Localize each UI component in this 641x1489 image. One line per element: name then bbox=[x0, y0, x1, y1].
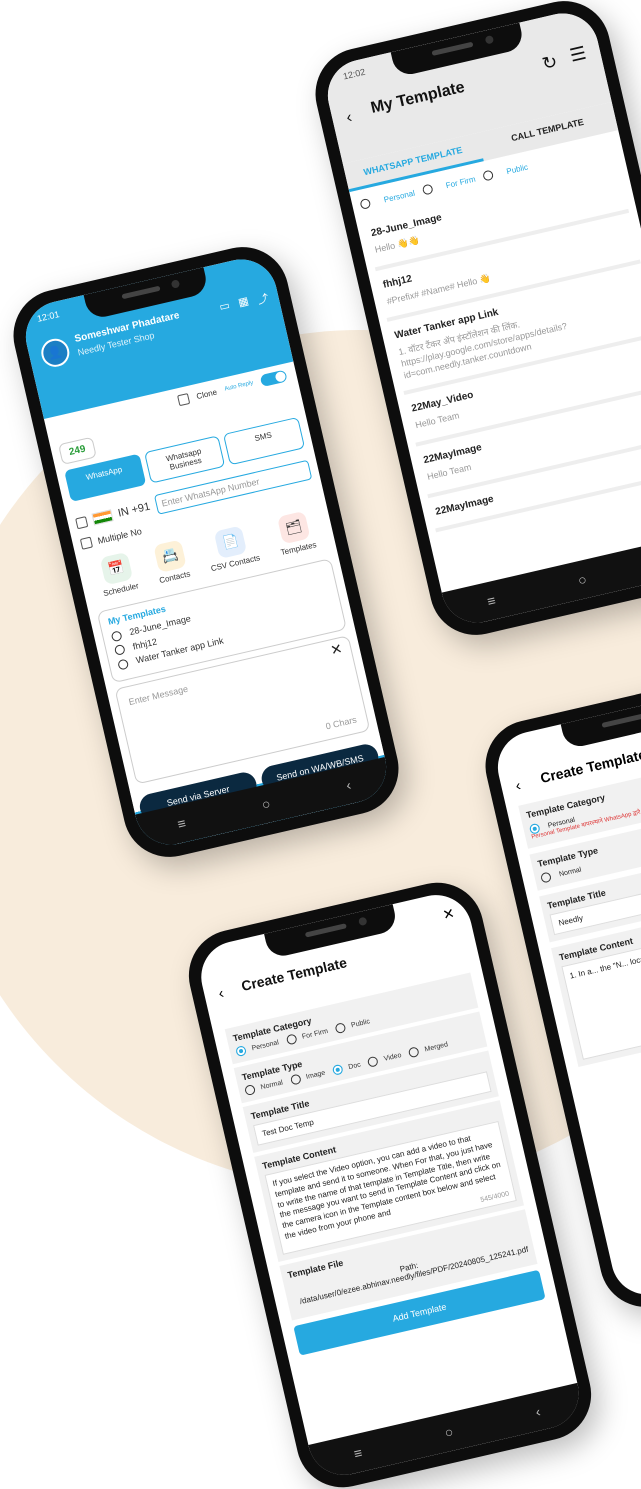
menu-icon[interactable]: ≡ bbox=[176, 815, 188, 832]
templates-button[interactable]: 🗂 Templates bbox=[273, 510, 318, 558]
card-icon[interactable]: ▭ bbox=[218, 299, 232, 317]
close-icon[interactable]: ✕ bbox=[441, 905, 456, 924]
status-time: 12:02 bbox=[342, 66, 367, 82]
option-label: For Firm bbox=[301, 1027, 329, 1041]
csv-contacts-button[interactable]: 📄 CSV Contacts bbox=[203, 523, 261, 573]
clone-checkbox[interactable] bbox=[176, 392, 190, 406]
radio-doc[interactable] bbox=[331, 1063, 344, 1076]
share-icon[interactable]: ⤴ bbox=[256, 290, 270, 308]
page-title: My Template bbox=[369, 78, 467, 117]
radio-for-firm[interactable] bbox=[285, 1033, 298, 1046]
radio-image[interactable] bbox=[289, 1073, 302, 1086]
clone-label: Clone bbox=[195, 387, 218, 401]
option-label: Video bbox=[383, 1052, 403, 1063]
option-label: Merged bbox=[424, 1041, 449, 1054]
number-checkbox[interactable] bbox=[75, 515, 89, 529]
filter-icon[interactable]: ☰ bbox=[568, 43, 588, 67]
grid-label: Templates bbox=[279, 540, 318, 558]
home-circle-icon[interactable]: ○ bbox=[260, 795, 272, 812]
option-label: Personal bbox=[251, 1039, 280, 1053]
scheduler-button[interactable]: 📅 Scheduler bbox=[95, 551, 140, 599]
template-radio[interactable] bbox=[117, 658, 130, 671]
category-personal[interactable]: Personal bbox=[383, 188, 416, 204]
template-radio[interactable] bbox=[110, 629, 123, 642]
header-icons: ▭ ▦ ⤴ bbox=[218, 290, 270, 317]
template-label: fhhj12 bbox=[131, 636, 158, 652]
close-icon[interactable]: ✕ bbox=[329, 640, 344, 659]
content-char-count: 545/4000 bbox=[479, 1189, 511, 1205]
char-count: 0 Chars bbox=[324, 714, 358, 732]
menu-icon[interactable]: ≡ bbox=[486, 592, 498, 609]
option-public[interactable]: Public bbox=[334, 1016, 371, 1035]
option-video[interactable]: Video bbox=[367, 1050, 403, 1068]
page-title: Create Template bbox=[538, 746, 641, 786]
radio-normal[interactable] bbox=[540, 871, 553, 884]
option-label: Image bbox=[305, 1069, 326, 1081]
template-radio[interactable] bbox=[113, 644, 126, 657]
back-triangle-icon[interactable]: ‹ bbox=[344, 777, 352, 794]
contacts-icon: 📇 bbox=[153, 539, 187, 574]
csv-icon: 📄 bbox=[213, 525, 248, 559]
option-normal[interactable]: Normal bbox=[559, 867, 583, 879]
radio-personal[interactable] bbox=[359, 197, 372, 210]
radio-public[interactable] bbox=[481, 169, 494, 182]
grid-label: CSV Contacts bbox=[210, 553, 262, 574]
option-label: Doc bbox=[347, 1061, 362, 1072]
radio-normal[interactable] bbox=[244, 1084, 257, 1097]
radio-for-firm[interactable] bbox=[421, 183, 434, 196]
back-icon[interactable]: ‹ bbox=[345, 109, 354, 128]
option-image[interactable]: Image bbox=[289, 1068, 326, 1086]
grid-label: Contacts bbox=[158, 569, 192, 586]
avatar[interactable]: 👤 bbox=[38, 335, 73, 370]
refresh-icon[interactable]: ↻ bbox=[540, 51, 559, 75]
grid-label: Scheduler bbox=[102, 581, 140, 599]
calendar-icon: 📅 bbox=[99, 551, 133, 586]
system-navbar: ≡ ○ ‹ bbox=[308, 1382, 586, 1483]
home-circle-icon[interactable]: ○ bbox=[443, 1423, 455, 1440]
multiple-no-checkbox[interactable] bbox=[79, 536, 94, 550]
india-flag-icon bbox=[91, 509, 114, 526]
message-placeholder: Enter Message bbox=[127, 683, 189, 707]
templates-icon: 🗂 bbox=[276, 510, 311, 545]
option-doc[interactable]: Doc bbox=[331, 1060, 362, 1076]
marketing-stage: 12:02 ‹ My Template ↻ ☰ WHATSAPP TEMPLAT… bbox=[0, 0, 641, 1489]
auto-reply-label: Auto Reply bbox=[223, 380, 254, 393]
auto-reply-toggle[interactable] bbox=[259, 369, 288, 388]
back-icon[interactable]: ‹ bbox=[514, 777, 523, 795]
contacts-button[interactable]: 📇 Contacts bbox=[151, 539, 191, 585]
radio-personal[interactable] bbox=[235, 1045, 248, 1058]
menu-icon[interactable]: ≡ bbox=[352, 1444, 364, 1461]
category-public[interactable]: Public bbox=[505, 162, 528, 176]
status-time: 12:01 bbox=[36, 309, 61, 324]
option-label: Normal bbox=[260, 1079, 284, 1092]
option-label: Public bbox=[350, 1018, 371, 1030]
country-code-select[interactable]: IN +91 bbox=[117, 501, 152, 520]
back-triangle-icon[interactable]: ‹ bbox=[534, 1403, 542, 1420]
radio-video[interactable] bbox=[367, 1055, 380, 1068]
category-for-firm[interactable]: For Firm bbox=[445, 174, 476, 190]
radio-merged[interactable] bbox=[408, 1046, 421, 1059]
home-circle-icon[interactable]: ○ bbox=[576, 571, 588, 588]
grid-icon[interactable]: ▦ bbox=[237, 294, 251, 312]
radio-public[interactable] bbox=[334, 1022, 347, 1035]
